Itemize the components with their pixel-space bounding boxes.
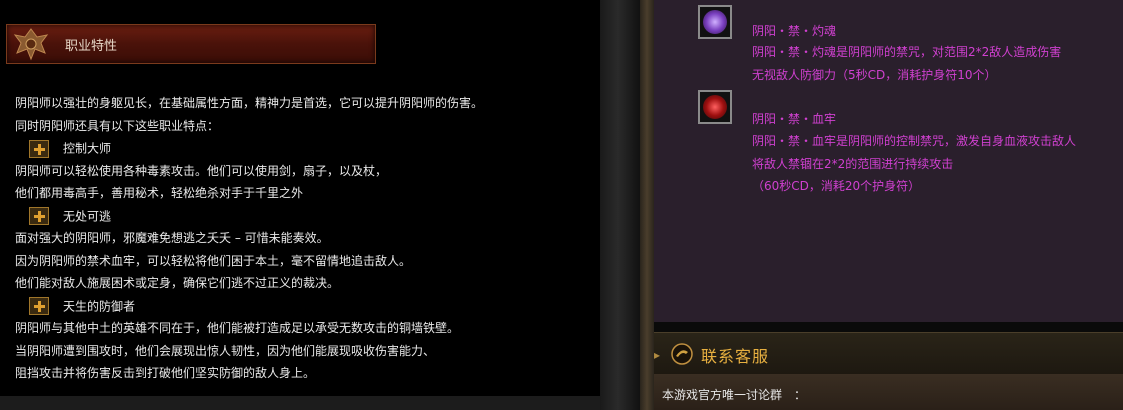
- description-line: 当阴阳师遭到围攻时，他们会展现出惊人韧性，因为他们能展现吸收伤害能力、: [15, 343, 436, 358]
- skill-description-line: 无视敌人防御力（5秒CD，消耗护身符10个）: [752, 67, 997, 82]
- trait-icon: [29, 207, 49, 225]
- description-line: 同时阴阳师还具有以下这些职业特点：: [15, 118, 220, 133]
- expand-arrow-icon[interactable]: ▸: [654, 348, 660, 362]
- horn-icon: [671, 343, 693, 365]
- skill-description-line: （60秒CD，消耗20个护身符）: [752, 179, 921, 193]
- description-line: 阻挡攻击并将伤害反击到打破他们坚实防御的敌人身上。: [15, 366, 316, 380]
- contact-body: 本游戏官方唯一讨论群 ：: [654, 374, 1123, 410]
- description-line: 他们都用毒高手，善用秘术，轻松绝杀对手于千里之外: [15, 186, 304, 200]
- section-header: 职业特性: [6, 24, 376, 64]
- trait-label: 无处可逃: [63, 208, 112, 223]
- skills-panel: 阴阳・禁・灼魂 阴阳・禁・灼魂是阴阳师的禁咒，对范围2*2敌人造成伤害 无视敌人…: [654, 0, 1123, 322]
- trait-label: 天生的防御者: [63, 298, 136, 313]
- trait-heading: 天生的防御者: [15, 295, 595, 318]
- trait-icon: [29, 139, 49, 158]
- skill-description-line: 阴阳・禁・血牢是阴阳师的控制禁咒，激发自身血液攻击敌人: [752, 134, 1077, 148]
- description-line: 因为阴阳师的禁术血牢，可以轻松将他们困于本土，毫不留情地追击敌人。: [15, 253, 412, 268]
- skill-description-line: 将敌人禁锢在2*2的范围进行持续攻击: [752, 156, 954, 171]
- panel-bottom-border: [0, 396, 600, 410]
- trait-icon: [29, 297, 49, 315]
- contact-title: 联系客服: [701, 347, 770, 366]
- description-line: 阴阳师可以轻松使用各种毒素攻击。他们可以使用剑，扇子，以及杖，: [15, 163, 388, 178]
- group-info-text: 本游戏官方唯一讨论群 ：: [662, 388, 807, 402]
- section-title: 职业特性: [65, 39, 118, 54]
- description-line: 阴阳师以强壮的身躯见长，在基础属性方面，精神力是首选，它可以提升阴阳师的伤害。: [15, 96, 484, 110]
- class-emblem-icon: [13, 28, 49, 61]
- description-line: 面对强大的阴阳师，邪魔难免想逃之夭夭 – 可惜未能奏效。: [15, 231, 329, 245]
- right-panel-border: [640, 0, 654, 410]
- skill-title: 阴阳・禁・灼魂: [752, 24, 837, 38]
- blood-prison-icon[interactable]: [698, 90, 732, 124]
- description-line: 阴阳师与其他中土的英雄不同在于，他们能被打造成足以承受无数攻击的铜墙铁壁。: [15, 321, 460, 335]
- burning-soul-icon[interactable]: [698, 5, 732, 39]
- trait-label: 控制大师: [63, 141, 112, 156]
- description-line: 他们能对敌人施展困术或定身，确保它们逃不过正义的裁决。: [15, 276, 340, 290]
- trait-heading: 控制大师: [15, 137, 595, 160]
- skill-description-line: 阴阳・禁・灼魂是阴阳师的禁咒，对范围2*2敌人造成伤害: [752, 45, 1062, 59]
- trait-heading: 无处可逃: [15, 205, 595, 228]
- panel-divider: [600, 0, 640, 410]
- class-description: 阴阳师以强壮的身躯见长，在基础属性方面，精神力是首选，它可以提升阴阳师的伤害。同…: [15, 92, 595, 385]
- skill-title: 阴阳・禁・血牢: [752, 112, 837, 126]
- contact-header: ▸ 联系客服: [654, 332, 1123, 375]
- class-traits-panel: 职业特性 阴阳师以强壮的身躯见长，在基础属性方面，精神力是首选，它可以提升阴阳师…: [0, 0, 600, 396]
